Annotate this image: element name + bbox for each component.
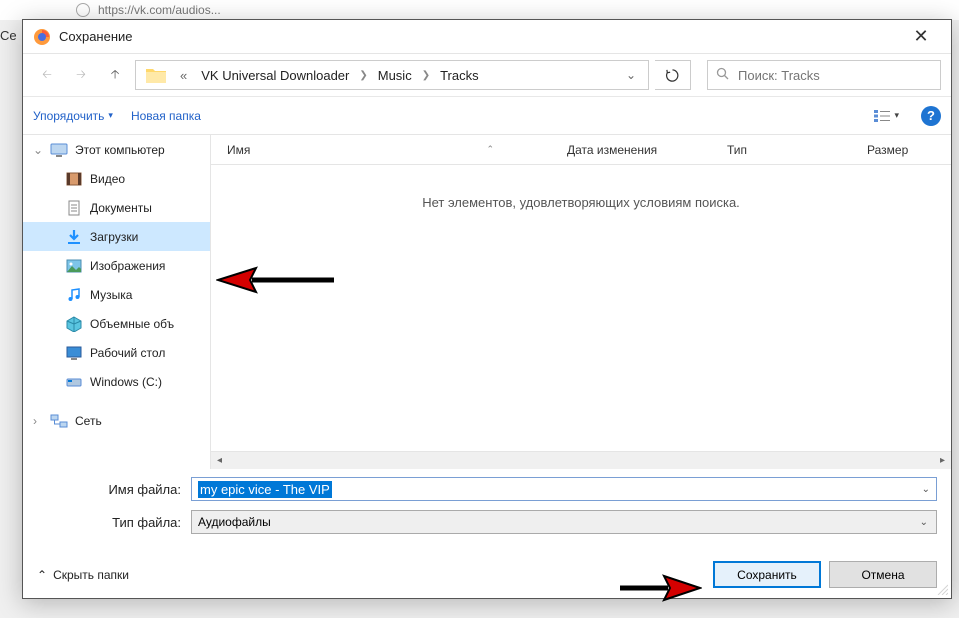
filetype-select[interactable]: Аудиофайлы ⌄ — [191, 510, 937, 534]
search-box[interactable] — [707, 60, 941, 90]
tree-label: Загрузки — [90, 230, 138, 244]
info-icon — [76, 3, 90, 17]
close-button[interactable]: ✕ — [901, 22, 941, 52]
cancel-button[interactable]: Отмена — [829, 561, 937, 588]
sidebar-item-computer[interactable]: ⌄ Этот компьютер — [23, 135, 210, 164]
sidebar-item-documents[interactable]: Документы — [23, 193, 210, 222]
chevron-right-icon: ❯ — [357, 70, 369, 81]
help-button[interactable]: ? — [921, 106, 941, 126]
nav-bar: 🡠 🡢 🡡 « VK Universal Downloader ❯ Music … — [23, 54, 951, 96]
tree-label: Windows (C:) — [90, 375, 162, 389]
save-dialog: Сохранение ✕ 🡠 🡢 🡡 « VK Universal Downlo… — [22, 19, 952, 599]
column-headers: Имя ⌃ Дата изменения Тип Размер — [211, 135, 951, 165]
filetype-label: Тип файла: — [37, 515, 191, 530]
new-folder-button[interactable]: Новая папка — [131, 109, 201, 123]
sidebar-item-network[interactable]: › Сеть — [23, 406, 210, 435]
bc-prefix: « — [174, 65, 193, 86]
monitor-icon — [50, 142, 68, 158]
breadcrumb-dropdown[interactable]: ⌄ — [618, 68, 644, 82]
view-mode-button[interactable]: ▾ — [869, 105, 903, 127]
sort-indicator-icon: ⌃ — [486, 144, 494, 155]
picture-icon — [65, 258, 83, 274]
file-list-area: Имя ⌃ Дата изменения Тип Размер Нет элем… — [211, 135, 951, 469]
sidebar-item-drive-c[interactable]: Windows (C:) — [23, 367, 210, 396]
dialog-title: Сохранение — [59, 29, 133, 44]
network-icon — [50, 413, 68, 429]
col-name[interactable]: Имя ⌃ — [211, 143, 551, 157]
tree-label: Изображения — [90, 259, 165, 273]
tree-label: Объемные объ — [90, 317, 174, 331]
forward-button[interactable]: 🡢 — [67, 61, 95, 89]
download-icon — [65, 229, 83, 245]
tree-label: Сеть — [75, 414, 102, 428]
scroll-right-icon[interactable]: ▸ — [934, 452, 951, 469]
tree-label: Документы — [90, 201, 152, 215]
bc-seg-1[interactable]: VK Universal Downloader — [195, 65, 355, 86]
sidebar-item-pictures[interactable]: Изображения — [23, 251, 210, 280]
firefox-icon — [33, 28, 51, 46]
expand-icon[interactable]: › — [33, 414, 43, 428]
sidebar-item-desktop[interactable]: Рабочий стол — [23, 338, 210, 367]
chevron-up-icon: ⌃ — [37, 568, 47, 582]
col-date[interactable]: Дата изменения — [551, 142, 711, 157]
filename-label: Имя файла: — [37, 482, 191, 497]
resize-grip-icon[interactable] — [936, 583, 948, 595]
bc-seg-2[interactable]: Music — [372, 65, 418, 86]
organize-menu[interactable]: Упорядочить▾ — [33, 109, 113, 123]
drive-icon — [65, 374, 83, 390]
hide-folders-toggle[interactable]: ⌃ Скрыть папки — [37, 568, 129, 582]
titlebar: Сохранение ✕ — [23, 20, 951, 54]
chevron-down-icon: ▾ — [894, 110, 899, 121]
expand-icon[interactable]: ⌄ — [33, 143, 43, 157]
cube-icon — [65, 316, 83, 332]
tree-label: Музыка — [90, 288, 132, 302]
col-size[interactable]: Размер — [851, 142, 951, 157]
sidebar-item-music[interactable]: Музыка — [23, 280, 210, 309]
chevron-down-icon[interactable]: ⌄ — [920, 517, 928, 528]
chevron-right-icon: ❯ — [420, 70, 432, 81]
sidebar-item-3d[interactable]: Объемные объ — [23, 309, 210, 338]
url-text: https://vk.com/audios... — [98, 3, 221, 17]
sidebar-item-downloads[interactable]: Загрузки — [23, 222, 210, 251]
refresh-button[interactable] — [655, 60, 691, 90]
chevron-down-icon[interactable]: ⌄ — [922, 484, 930, 495]
video-icon — [65, 171, 83, 187]
sidebar: ⌄ Этот компьютер Видео Документы Загрузк… — [23, 135, 211, 469]
tree-label: Рабочий стол — [90, 346, 165, 360]
tree-label: Этот компьютер — [75, 143, 165, 157]
search-icon — [716, 67, 730, 84]
chevron-down-icon: ▾ — [108, 110, 113, 121]
search-input[interactable] — [738, 68, 932, 83]
horizontal-scrollbar[interactable]: ◂ ▸ — [211, 451, 951, 469]
bc-seg-3[interactable]: Tracks — [434, 65, 485, 86]
desktop-icon — [65, 345, 83, 361]
breadcrumb[interactable]: « VK Universal Downloader ❯ Music ❯ Trac… — [135, 60, 649, 90]
document-icon — [65, 200, 83, 216]
save-button[interactable]: Сохранить — [713, 561, 821, 588]
footer: ⌃ Скрыть папки Сохранить Отмена — [23, 543, 951, 598]
music-icon — [65, 287, 83, 303]
up-button[interactable]: 🡡 — [101, 61, 129, 89]
tree-label: Видео — [90, 172, 125, 186]
folder-icon — [146, 67, 166, 83]
page-fragment: Се — [0, 28, 17, 43]
toolbar: Упорядочить▾ Новая папка ▾ ? — [23, 96, 951, 134]
filename-input[interactable]: my epic vice - The VIP ⌄ — [191, 477, 937, 501]
empty-message: Нет элементов, удовлетворяющих условиям … — [211, 165, 951, 451]
filetype-value: Аудиофайлы — [198, 515, 271, 529]
bottom-panel: Имя файла: my epic vice - The VIP ⌄ Тип … — [23, 469, 951, 543]
back-button[interactable]: 🡠 — [33, 61, 61, 89]
browser-address-bar: https://vk.com/audios... — [0, 0, 959, 20]
scroll-left-icon[interactable]: ◂ — [211, 452, 228, 469]
col-type[interactable]: Тип — [711, 142, 851, 157]
sidebar-item-videos[interactable]: Видео — [23, 164, 210, 193]
filename-value: my epic vice - The VIP — [198, 481, 332, 498]
